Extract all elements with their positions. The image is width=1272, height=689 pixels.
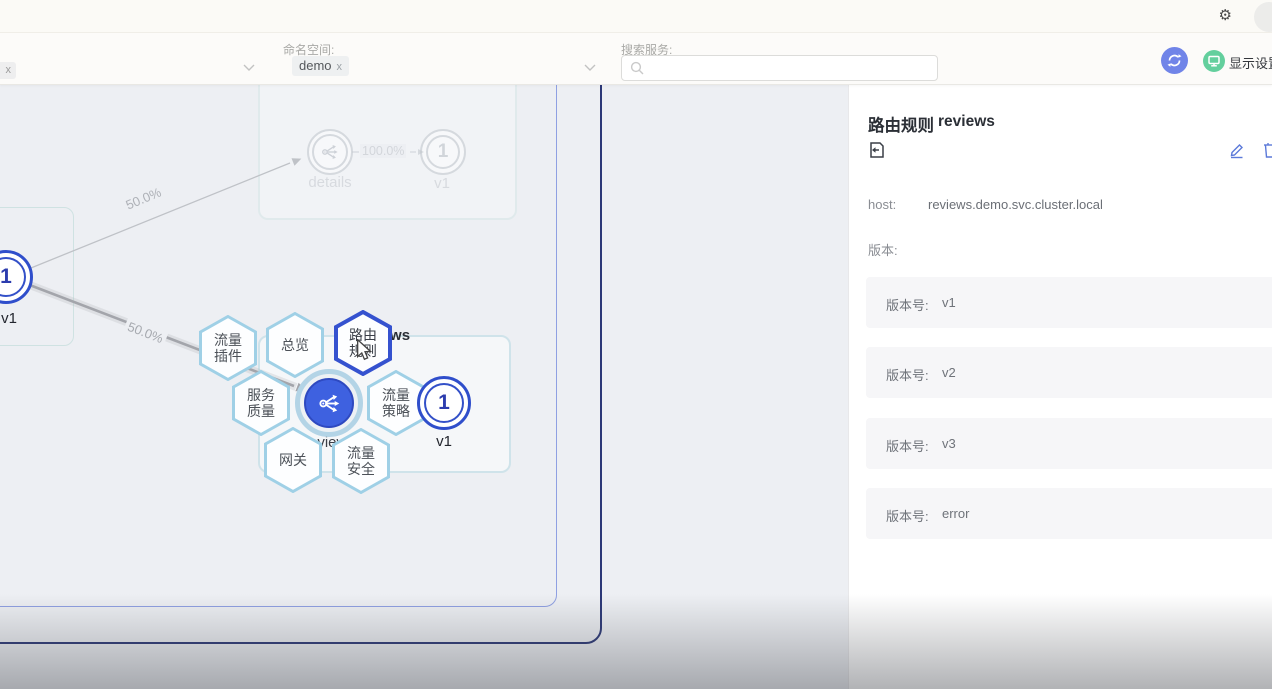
cut-tag-chip[interactable]: x: [0, 62, 16, 79]
panel-title: 路由规则: [868, 112, 934, 136]
version-card[interactable]: 版本号: v2: [866, 347, 1272, 398]
mouse-cursor: [356, 339, 374, 361]
export-yaml-icon[interactable]: [868, 141, 886, 159]
namespace-tag-text: demo: [299, 58, 332, 73]
instance-count: 1: [424, 383, 464, 423]
version-card[interactable]: 版本号: v1: [866, 277, 1272, 328]
version-value: error: [942, 506, 969, 521]
delete-icon[interactable]: [1262, 141, 1272, 159]
version-field-label: 版本号:: [886, 506, 929, 525]
version-card[interactable]: 版本号: error: [866, 488, 1272, 539]
menu-item-label: 网关: [264, 427, 322, 493]
chevron-down-icon[interactable]: [584, 64, 596, 72]
reviews-v1-node[interactable]: 1: [417, 376, 471, 430]
search-input-wrapper: [621, 55, 938, 81]
left-v1-label: v1: [0, 310, 34, 327]
gear-icon[interactable]: ⚙: [1219, 7, 1232, 25]
search-icon: [630, 61, 644, 75]
monitor-icon: [1203, 50, 1225, 72]
version-field-label: 版本号:: [886, 436, 929, 455]
version-value: v3: [942, 436, 956, 451]
panel-service-name: reviews: [938, 113, 995, 131]
menu-item-traffic-security[interactable]: 流量 安全: [332, 428, 390, 494]
version-card[interactable]: 版本号: v3: [866, 418, 1272, 469]
menu-item-label: 流量 安全: [332, 428, 390, 494]
corner-circle-icon[interactable]: [1254, 2, 1272, 32]
refresh-icon: [1161, 47, 1188, 74]
display-settings-label: 显示设置: [1229, 53, 1272, 72]
instance-count: 1: [0, 257, 26, 297]
version-field-label: 版本号:: [886, 365, 929, 384]
app-window: ⚙ x 命名空间: demox 搜索服务:: [0, 0, 1272, 689]
version-value: v1: [942, 295, 956, 310]
menu-item-overview[interactable]: 总览: [266, 312, 324, 378]
search-input[interactable]: [650, 57, 930, 79]
edit-icon[interactable]: [1228, 142, 1245, 159]
top-bar: ⚙: [0, 0, 1272, 33]
tag-close-icon[interactable]: x: [337, 61, 343, 73]
route-rules-panel: 路由规则 reviews host: reviews.demo.svc.clus…: [848, 85, 1272, 689]
version-field-label: 版本号:: [886, 295, 929, 314]
host-label: host:: [868, 197, 896, 212]
versions-label: 版本:: [868, 240, 898, 259]
reviews-service-node[interactable]: [295, 369, 363, 437]
host-value: reviews.demo.svc.cluster.local: [928, 197, 1103, 212]
refresh-button[interactable]: [1161, 47, 1188, 74]
namespace-tag-demo[interactable]: demox: [292, 56, 349, 76]
version-value: v2: [942, 365, 956, 380]
menu-item-gateway[interactable]: 网关: [264, 427, 322, 493]
menu-item-label: 总览: [266, 312, 324, 378]
reviews-v1-label: v1: [419, 433, 469, 450]
service-mesh-graph[interactable]: 100.0% 1 details v1 50.0% 50.0% reviews …: [0, 85, 848, 689]
share-icon: [304, 378, 354, 428]
chevron-down-icon[interactable]: [243, 64, 255, 72]
filter-toolbar: x 命名空间: demox 搜索服务:: [0, 33, 1272, 85]
